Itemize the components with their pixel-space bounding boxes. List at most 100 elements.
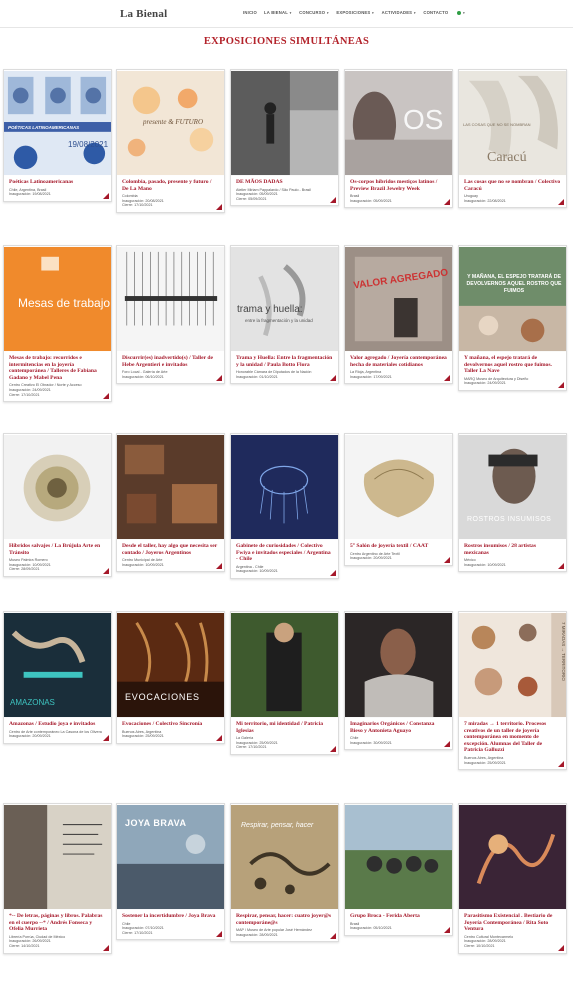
card-thumbnail: POÉTICAS LATINOAMERICANAS 19/08/2021 [4,70,111,176]
exhibition-card[interactable]: trama y huella: entre la fragmentación y… [230,245,339,385]
card-thumbnail: ROSTROS INSUMISOS [459,434,566,540]
exhibition-card[interactable]: LAS COSAS QUE NO SE NOMBRAN Caracú Las c… [458,69,567,209]
corner-fold-icon [330,933,336,940]
card-title[interactable]: Os-corpos híbridos mestiços latinos / Pr… [350,179,447,192]
card-thumbnail [117,246,224,352]
card-title[interactable]: 7 miradas → 1 territorio. Procesos creat… [464,721,561,754]
exhibition-card[interactable]: JOYA BRAVA Sostener la incertidumbre / J… [116,803,225,941]
card-title[interactable]: DE MÃOS DADAS [236,179,333,186]
exhibition-card[interactable]: Mesas de trabajo Mesas de trabajo: recor… [3,245,112,403]
language-selector[interactable]: ▼ [455,10,465,15]
card-meta-line: Inauguración: 20/09/2021 [9,734,51,739]
card-body: Gabinete de curiosidades / Colectivo Fwi… [231,540,338,578]
card-meta-line: Inauguración: 01/10/2021 [236,374,278,379]
card-body: DE MÃOS DADAS Atelier Miriam Pappalardo … [231,176,338,205]
nav-label: CONTACTO [423,10,449,15]
thumb-caption: Caracú [487,150,527,165]
exhibition-card[interactable]: Imaginarios Orgánicos / Constanza Bieso … [344,611,453,751]
card-title[interactable]: Trama y Huella: Entre la fragmentación y… [236,355,333,368]
nav-concurso[interactable]: CONCURSO▼ [299,10,329,15]
thumb-caption: AMAZONAS [10,698,55,707]
card-title[interactable]: 5° Salón de joyería textil / CAAT [350,543,447,550]
exhibition-card[interactable]: DE MÃOS DADAS Atelier Miriam Pappalardo … [230,69,339,207]
card-body: Colombia, pasado, presente y futuro / De… [117,176,224,212]
card-body: Grupo Broca - Ferida Aberta Brasil Inaug… [345,910,452,935]
thumbnail-image [231,246,338,352]
exhibition-card[interactable]: Híbridos salvajes / La Brújula Arte en T… [3,433,112,577]
card-body: Valor agregado / Joyería contemporánea h… [345,352,452,383]
card-thumbnail: Y MAÑANA, EL ESPEJO TRATARÁ DE DEVOLVERN… [459,246,566,352]
exhibition-card[interactable]: VALOR AGREGADO Valor agregado / Joyería … [344,245,453,385]
card-title[interactable]: Discurrir(es) inadvertido(s) / Taller de… [122,355,219,368]
exhibition-card[interactable]: POÉTICAS LATINOAMERICANAS 19/08/2021 Poé… [3,69,112,202]
caret-down-icon: ▼ [326,11,330,15]
thumbnail-image [459,434,566,540]
corner-fold-icon [558,199,564,206]
exhibition-card[interactable]: OS Os-corpos híbridos mestiços latinos /… [344,69,453,209]
nav-exposiciones[interactable]: EXPOSICIONES▼ [336,10,374,15]
thumbnail-image [459,246,566,352]
exhibition-card[interactable]: Y MAÑANA, EL ESPEJO TRATARÁ DE DEVOLVERN… [458,245,567,391]
card-meta-line: Inauguración: 22/08/2021 [464,198,506,203]
card-thumbnail: LAS COSAS QUE NO SE NOMBRAN Caracú [459,70,566,176]
card-title[interactable]: Sostener la incertidumbre / Joya Brava [122,913,219,920]
exhibition-card[interactable]: ROSTROS INSUMISOS Rostros insumisos / 28… [458,433,567,573]
card-title[interactable]: Las cosas que no se nombran / Colectivo … [464,179,561,192]
card-title[interactable]: Mesas de trabajo: recorridos e intermite… [9,355,106,381]
thumbnail-image [345,612,452,718]
card-meta-line: Inauguración: 25/09/2021 [122,734,164,739]
card-title[interactable]: Valor agregado / Joyería contemporánea h… [350,355,447,368]
card-title[interactable]: Respirar, pensar, hacer: cuatro joyer@s … [236,913,333,926]
site-brand[interactable]: La Bienal [120,8,167,20]
exhibition-card[interactable]: Discurrir(es) inadvertido(s) / Taller de… [116,245,225,385]
corner-fold-icon [330,745,336,752]
card-body: Las cosas que no se nombran / Colectivo … [459,176,566,207]
exhibition-card[interactable]: *-- De letras, páginas y libros. Palabra… [3,803,112,954]
exhibition-card[interactable]: AMAZONAS Amazonas / Estudio joya e invit… [3,611,112,744]
exhibition-card[interactable]: 5° Salón de joyería textil / CAAT Centro… [344,433,453,566]
card-title[interactable]: Desde el taller, hay algo que necesita s… [122,543,219,556]
card-thumbnail: Mesas de trabajo [4,246,111,352]
exhibition-card[interactable]: Parasitismo Existencial . Bestiario de J… [458,803,567,954]
card-meta-line: Inauguración: 17/09/2021 [350,374,392,379]
card-body: 5° Salón de joyería textil / CAAT Centro… [345,540,452,565]
card-meta-line: Cierre: 17/10/2021 [9,392,40,397]
card-title[interactable]: Mi territorio, mi identidad / Patricia I… [236,721,333,734]
card-title[interactable]: Grupo Broca - Ferida Aberta [350,913,447,920]
nav-actividades[interactable]: ACTIVIDADES▼ [382,10,417,15]
exhibition-card[interactable]: presente & FUTURO Colombia, pasado, pres… [116,69,225,213]
thumbnail-image [4,804,111,910]
nav-inicio[interactable]: INICIO [243,10,257,15]
thumbnail-image [117,434,224,540]
card-thumbnail: OS [345,70,452,176]
thumb-caption: EVOCACIONES [125,692,200,702]
card-meta-line: Inauguración: 19/08/2021 [9,192,51,197]
card-title[interactable]: Evocaciones / Colectivo Sincronía [122,721,219,728]
exhibition-card[interactable]: Respirar, pensar, hacer Respirar, pensar… [230,803,339,943]
exhibition-card[interactable]: 7 MIRADAS → TERRITORIO 7 miradas → 1 ter… [458,611,567,771]
card-title[interactable]: Amazonas / Estudio joya e invitados [9,721,106,728]
nav-label: EXPOSICIONES [336,10,371,15]
exhibition-card[interactable]: EVOCACIONES Evocaciones / Colectivo Sinc… [116,611,225,744]
card-title[interactable]: Colombia, pasado, presente y futuro / De… [122,179,219,192]
exhibition-card[interactable]: Desde el taller, hay algo que necesita s… [116,433,225,573]
card-title[interactable]: Poéticas Latinoamericanas [9,179,106,186]
card-title[interactable]: Híbridos salvajes / La Brújula Arte en T… [9,543,106,556]
card-title[interactable]: Parasitismo Existencial . Bestiario de J… [464,913,561,933]
corner-fold-icon [103,944,109,951]
exhibition-card[interactable]: Grupo Broca - Ferida Aberta Brasil Inaug… [344,803,453,936]
thumbnail-image [459,612,566,718]
card-title[interactable]: Gabinete de curiosidades / Colectivo Fwi… [236,543,333,563]
exhibition-card[interactable]: Mi territorio, mi identidad / Patricia I… [230,611,339,755]
card-title[interactable]: Imaginarios Orgánicos / Constanza Bieso … [350,721,447,734]
exhibition-card[interactable]: Gabinete de curiosidades / Colectivo Fwi… [230,433,339,579]
card-title[interactable]: Rostros insumisos / 28 artistas mexicana… [464,543,561,556]
card-body: Imaginarios Orgánicos / Constanza Bieso … [345,718,452,749]
thumbnail-image [345,246,452,352]
card-title[interactable]: *-- De letras, páginas y libros. Palabra… [9,913,106,933]
corner-fold-icon [558,381,564,388]
card-title[interactable]: Y mañana, el espejo tratará de devolvern… [464,355,561,375]
nav-la-bienal[interactable]: LA BIENAL▼ [264,10,292,15]
card-body: Híbridos salvajes / La Brújula Arte en T… [4,540,111,576]
nav-contacto[interactable]: CONTACTO [423,10,448,15]
